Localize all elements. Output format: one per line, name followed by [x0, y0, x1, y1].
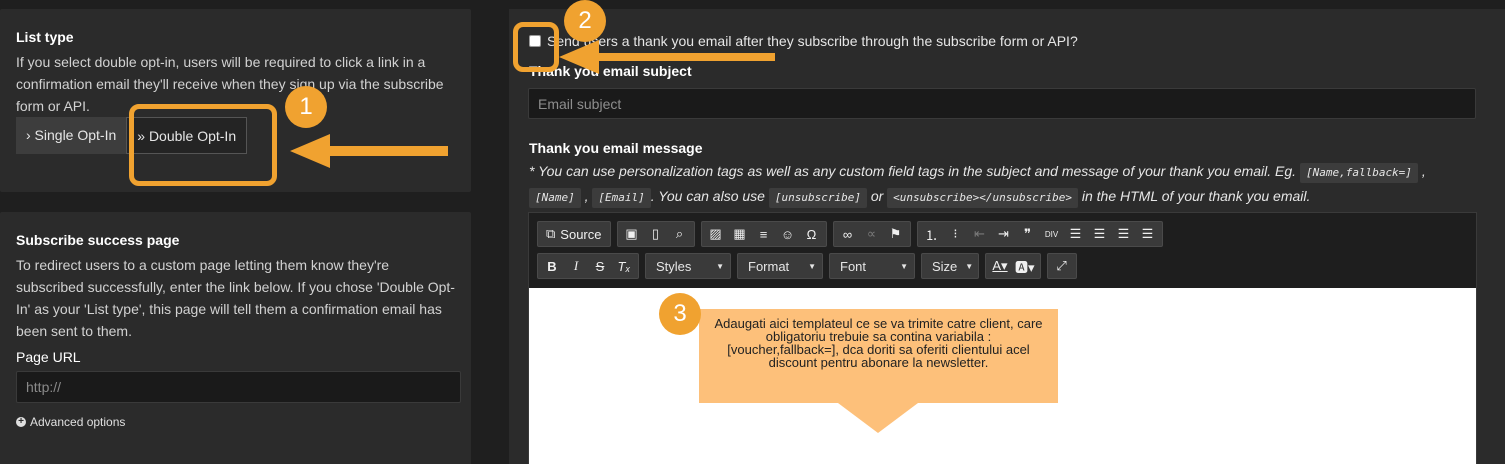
align-center-icon[interactable]: ☰ [1088, 223, 1112, 245]
note-comma-2: , [584, 188, 589, 204]
size-label: Size [932, 258, 958, 274]
personalization-note: * You can use personalization tags as we… [529, 159, 1469, 209]
bulleted-list-icon[interactable]: ⁝ [944, 223, 968, 245]
editor-toolbar-row-2: B I S Tₓ Styles ▼ Format ▼ Font ▼ Size ▼… [537, 253, 1077, 279]
arrow-left-icon [559, 40, 775, 74]
step-badge-3: 3 [659, 293, 701, 335]
align-left-icon[interactable]: ☰ [1064, 223, 1088, 245]
new-page-icon[interactable]: ▯ [644, 223, 668, 245]
justify-icon[interactable]: ☰ [1136, 223, 1160, 245]
subject-input[interactable] [528, 88, 1476, 119]
font-dropdown[interactable]: Font ▼ [829, 253, 915, 279]
toolbar-group-document: ⧉ Source [537, 221, 611, 247]
format-label: Format [748, 258, 790, 274]
toolbar-group-colors: A▾ 🅰▾ [985, 253, 1041, 279]
anchor-icon[interactable]: ⚑ [884, 223, 908, 245]
bg-color-icon[interactable]: 🅰▾ [1012, 255, 1038, 277]
highlight-checkbox [513, 22, 559, 72]
toolbar-group-insert: ▨ ▦ ≡ ☺ Ω [700, 221, 827, 247]
styles-dropdown[interactable]: Styles ▼ [645, 253, 731, 279]
div-icon[interactable]: DIV [1040, 223, 1064, 245]
numbered-list-icon[interactable]: ⒈ [920, 223, 944, 245]
callout-tail [838, 403, 918, 433]
step-badge-1: 1 [285, 86, 327, 128]
link-icon[interactable]: ∞ [836, 223, 860, 245]
horizontal-line-icon[interactable]: ≡ [752, 223, 776, 245]
strike-icon[interactable]: S [588, 255, 612, 277]
tag-unsubscribe: [unsubscribe] [768, 188, 867, 208]
note-text-3: in the HTML of your thank you email. [1081, 188, 1311, 204]
source-label: Source [560, 226, 602, 242]
source-icon: ⧉ [546, 226, 556, 241]
page: List type If you select double opt-in, u… [0, 0, 1505, 464]
indent-icon[interactable]: ⇥ [992, 223, 1016, 245]
tag-name: [Name] [529, 188, 581, 208]
annotation-callout: Adaugati aici templateul ce se va trimit… [699, 309, 1058, 403]
blockquote-icon[interactable]: ❞ [1016, 223, 1040, 245]
message-label: Thank you email message [529, 140, 703, 156]
subscribe-success-title: Subscribe success page [16, 232, 180, 248]
format-dropdown[interactable]: Format ▼ [737, 253, 823, 279]
toolbar-group-tools: ⤢ [1046, 253, 1077, 279]
toolbar-group-links: ∞ ∝ ⚑ [832, 221, 911, 247]
size-dropdown[interactable]: Size ▼ [921, 253, 979, 279]
maximize-icon[interactable]: ⤢ [1050, 255, 1074, 277]
advanced-options-link[interactable]: + Advanced options [16, 415, 455, 429]
note-comma-1: , [1421, 163, 1426, 179]
step-badge-2: 2 [564, 0, 606, 42]
note-text-1: * You can use personalization tags as we… [529, 163, 1297, 179]
align-right-icon[interactable]: ☰ [1112, 223, 1136, 245]
list-type-title: List type [16, 29, 74, 45]
tag-name-fallback: [Name,fallback=] [1299, 163, 1418, 183]
plus-circle-icon: + [16, 417, 26, 427]
subscribe-success-description: To redirect users to a custom page letti… [16, 257, 455, 339]
highlight-double-optin [129, 104, 277, 186]
advanced-options-label: Advanced options [30, 415, 126, 429]
outdent-icon[interactable]: ⇤ [968, 223, 992, 245]
tag-unsubscribe-html: <unsubscribe></unsubscribe> [887, 188, 1078, 208]
font-label: Font [840, 258, 867, 274]
toolbar-group-paragraph: ⒈ ⁝ ⇤ ⇥ ❞ DIV ☰ ☰ ☰ ☰ [916, 221, 1163, 247]
note-or: or [870, 188, 884, 204]
chevron-down-icon: ▼ [716, 261, 724, 271]
editor-toolbar-row-1: ⧉ Source ▣ ▯ ⌕ ▨ ▦ ≡ ☺ Ω ∞ ∝ ⚑ ⒈ ⁝ ⇤ ⇥ ❞… [537, 221, 1163, 247]
styles-label: Styles [656, 258, 692, 274]
page-url-input[interactable] [16, 371, 461, 403]
save-icon[interactable]: ▣ [620, 223, 644, 245]
tag-email: [Email] [592, 188, 651, 208]
toolbar-group-page: ▣ ▯ ⌕ [616, 221, 695, 247]
preview-icon[interactable]: ⌕ [668, 223, 692, 245]
bold-icon[interactable]: B [540, 255, 564, 277]
remove-format-icon[interactable]: Tₓ [612, 255, 636, 277]
single-optin-button[interactable]: › Single Opt-In [16, 117, 127, 154]
arrow-left-icon [290, 134, 448, 168]
table-icon[interactable]: ▦ [728, 223, 752, 245]
source-button[interactable]: ⧉ Source [540, 223, 608, 245]
subscribe-success-panel: Subscribe success page To redirect users… [0, 212, 471, 464]
unlink-icon[interactable]: ∝ [860, 223, 884, 245]
italic-icon[interactable]: I [564, 255, 588, 277]
smiley-icon[interactable]: ☺ [776, 223, 800, 245]
note-text-2: . You can also use [650, 188, 765, 204]
text-color-icon[interactable]: A▾ [988, 255, 1012, 277]
special-char-icon[interactable]: Ω [800, 223, 824, 245]
toolbar-group-basic-styles: B I S Tₓ [537, 253, 639, 279]
chevron-down-icon: ▼ [808, 261, 816, 271]
chevron-down-icon: ▼ [900, 261, 908, 271]
page-url-label: Page URL [16, 349, 81, 365]
image-icon[interactable]: ▨ [704, 223, 728, 245]
chevron-down-icon: ▼ [965, 261, 974, 271]
